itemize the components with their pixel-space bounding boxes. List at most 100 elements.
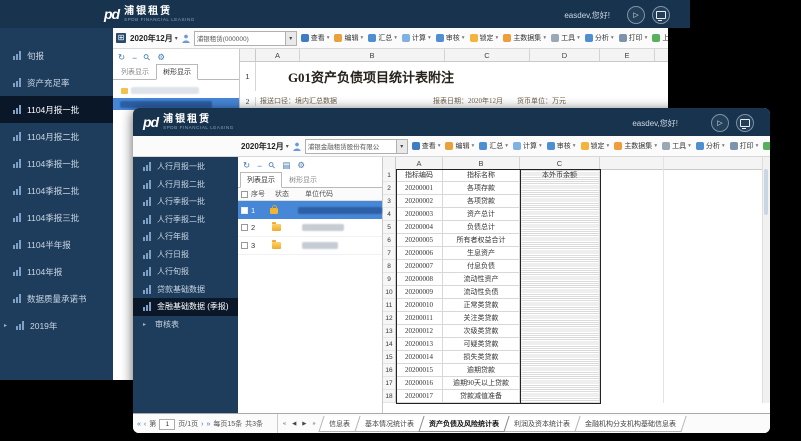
toolbar-button[interactable]: 上报: [763, 141, 770, 151]
row-number[interactable]: 5: [383, 221, 396, 234]
panel-view-tab[interactable]: 列表显示: [115, 65, 155, 79]
column-header[interactable]: A: [256, 49, 300, 61]
column-header[interactable]: B: [300, 49, 445, 61]
row-number[interactable]: 10: [383, 286, 396, 299]
collapse-panel-button[interactable]: ⊞: [116, 33, 126, 43]
indicator-code-cell[interactable]: 20200009: [396, 286, 443, 299]
menu-item-audit[interactable]: ▸ 审核表: [133, 316, 238, 334]
refresh-icon[interactable]: ↻: [243, 160, 250, 171]
sidebar-item[interactable]: ▸ 1104年报: [0, 258, 113, 285]
sidebar-item[interactable]: ▸ 资产充足率: [0, 69, 113, 96]
sidebar-item[interactable]: ▸ 旬报: [0, 42, 113, 69]
indicator-name-cell[interactable]: 生息资产: [443, 247, 520, 260]
toolbar-button[interactable]: 编辑: [445, 141, 474, 151]
toolbar-button[interactable]: 打印: [730, 141, 759, 151]
amount-cell[interactable]: [520, 390, 600, 403]
indicator-code-cell[interactable]: 20200014: [396, 351, 443, 364]
amount-cell[interactable]: [520, 351, 600, 364]
amount-cell[interactable]: [520, 286, 600, 299]
indicator-code-cell[interactable]: 20200012: [396, 325, 443, 338]
amount-cell[interactable]: [520, 182, 600, 195]
amount-cell[interactable]: [520, 208, 600, 221]
page-number-input[interactable]: 1: [159, 419, 175, 430]
indicator-code-cell[interactable]: 20200006: [396, 247, 443, 260]
row-number[interactable]: 8: [383, 260, 396, 273]
toolbar-button[interactable]: 查看: [301, 33, 330, 43]
tree-node[interactable]: [113, 85, 239, 96]
amount-cell[interactable]: [520, 338, 600, 351]
row-checkbox[interactable]: [241, 224, 248, 231]
last-page-icon[interactable]: »: [206, 421, 210, 428]
toolbar-button[interactable]: 锁定: [470, 33, 499, 43]
menu-item[interactable]: 人行季报一批: [133, 193, 238, 211]
row-number[interactable]: 2: [240, 97, 256, 106]
row-number[interactable]: 15: [383, 351, 396, 364]
chevron-down-icon[interactable]: ▾: [396, 140, 407, 153]
sidebar-item[interactable]: ▸ 1104月报二批: [0, 123, 113, 150]
sidebar-item[interactable]: ▸ 数据质量承诺书: [0, 285, 113, 312]
indicator-code-cell[interactable]: 20200002: [396, 195, 443, 208]
column-header[interactable]: B: [443, 157, 520, 169]
search-icon[interactable]: ⚲: [266, 159, 278, 171]
gear-icon[interactable]: ⚙: [157, 52, 165, 63]
sheet-tab[interactable]: 利润及资本统计表: [503, 416, 580, 432]
toolbar-button[interactable]: 分析: [585, 33, 614, 43]
indicator-name-cell[interactable]: 逾期90天以上贷款: [443, 377, 520, 390]
toolbar-button[interactable]: 汇总: [368, 33, 397, 43]
row-number[interactable]: 2: [383, 182, 396, 195]
menu-item[interactable]: 人行月报一批: [133, 158, 238, 176]
indicator-name-cell[interactable]: 流动性资产: [443, 273, 520, 286]
indicator-name-cell[interactable]: 负债总计: [443, 221, 520, 234]
toolbar-button[interactable]: 锁定: [581, 141, 610, 151]
row-number[interactable]: 12: [383, 312, 396, 325]
indicator-name-cell[interactable]: 各项贷款: [443, 195, 520, 208]
minus-icon[interactable]: −: [257, 161, 262, 171]
search-icon[interactable]: ⚲: [141, 51, 153, 63]
menu-item[interactable]: 人行年报: [133, 228, 238, 246]
row-number[interactable]: 13: [383, 325, 396, 338]
period-selector[interactable]: 2020年12月: [130, 33, 178, 44]
sheet-tab[interactable]: 金融机构分支机构基础信息表: [574, 416, 686, 432]
column-header[interactable]: C: [520, 157, 600, 169]
first-page-icon[interactable]: «: [137, 421, 141, 428]
toolbar-button[interactable]: 工具: [551, 33, 580, 43]
row-number[interactable]: 9: [383, 273, 396, 286]
monitor-icon[interactable]: [736, 114, 754, 132]
toolbar-button[interactable]: 上报: [652, 33, 668, 43]
indicator-code-cell[interactable]: 20200003: [396, 208, 443, 221]
amount-cell[interactable]: [520, 221, 600, 234]
row-number[interactable]: 3: [383, 195, 396, 208]
unit-list-row[interactable]: 2: [238, 219, 382, 237]
row-number[interactable]: 18: [383, 390, 396, 403]
indicator-code-cell[interactable]: 20200017: [396, 390, 443, 403]
amount-cell[interactable]: [520, 312, 600, 325]
gear-icon[interactable]: ⚙: [297, 160, 305, 171]
report-title-cell[interactable]: G01资产负债项目统计表附注: [256, 62, 486, 91]
panel-view-tab[interactable]: 列表显示: [240, 172, 282, 188]
toolbar-button[interactable]: 主数据集: [614, 141, 657, 151]
org-dropdown[interactable]: 浦银金融租赁股份有限公 ▾: [305, 139, 408, 154]
sidebar-item[interactable]: ▸ 2019年: [0, 312, 113, 339]
tab-first-icon[interactable]: «: [283, 421, 287, 427]
export-icon[interactable]: ▤: [282, 160, 290, 171]
row-number[interactable]: 7: [383, 247, 396, 260]
amount-cell[interactable]: [520, 364, 600, 377]
panel-view-tab[interactable]: 树形显示: [283, 173, 323, 187]
indicator-name-cell[interactable]: 贷款减值准备: [443, 390, 520, 403]
toolbar-button[interactable]: 编辑: [334, 33, 363, 43]
indicator-name-cell[interactable]: 正常类贷款: [443, 299, 520, 312]
menu-item[interactable]: 金融基础数据 (季报): [133, 298, 238, 316]
column-header[interactable]: C: [445, 49, 530, 61]
row-checkbox[interactable]: [241, 242, 248, 249]
prev-page-icon[interactable]: ‹: [144, 421, 146, 428]
indicator-name-cell[interactable]: 可疑类贷款: [443, 338, 520, 351]
tab-last-icon[interactable]: »: [313, 421, 317, 427]
row-number[interactable]: 17: [383, 377, 396, 390]
toolbar-button[interactable]: 审核: [547, 141, 576, 151]
sidebar-item[interactable]: ▸ 1104月报一批: [0, 96, 113, 123]
amount-cell[interactable]: [520, 377, 600, 390]
row-number[interactable]: 16: [383, 364, 396, 377]
menu-item[interactable]: 人行季报二批: [133, 211, 238, 229]
row-checkbox[interactable]: [241, 207, 248, 214]
sheet-tab[interactable]: 基本情况统计表: [354, 416, 424, 432]
